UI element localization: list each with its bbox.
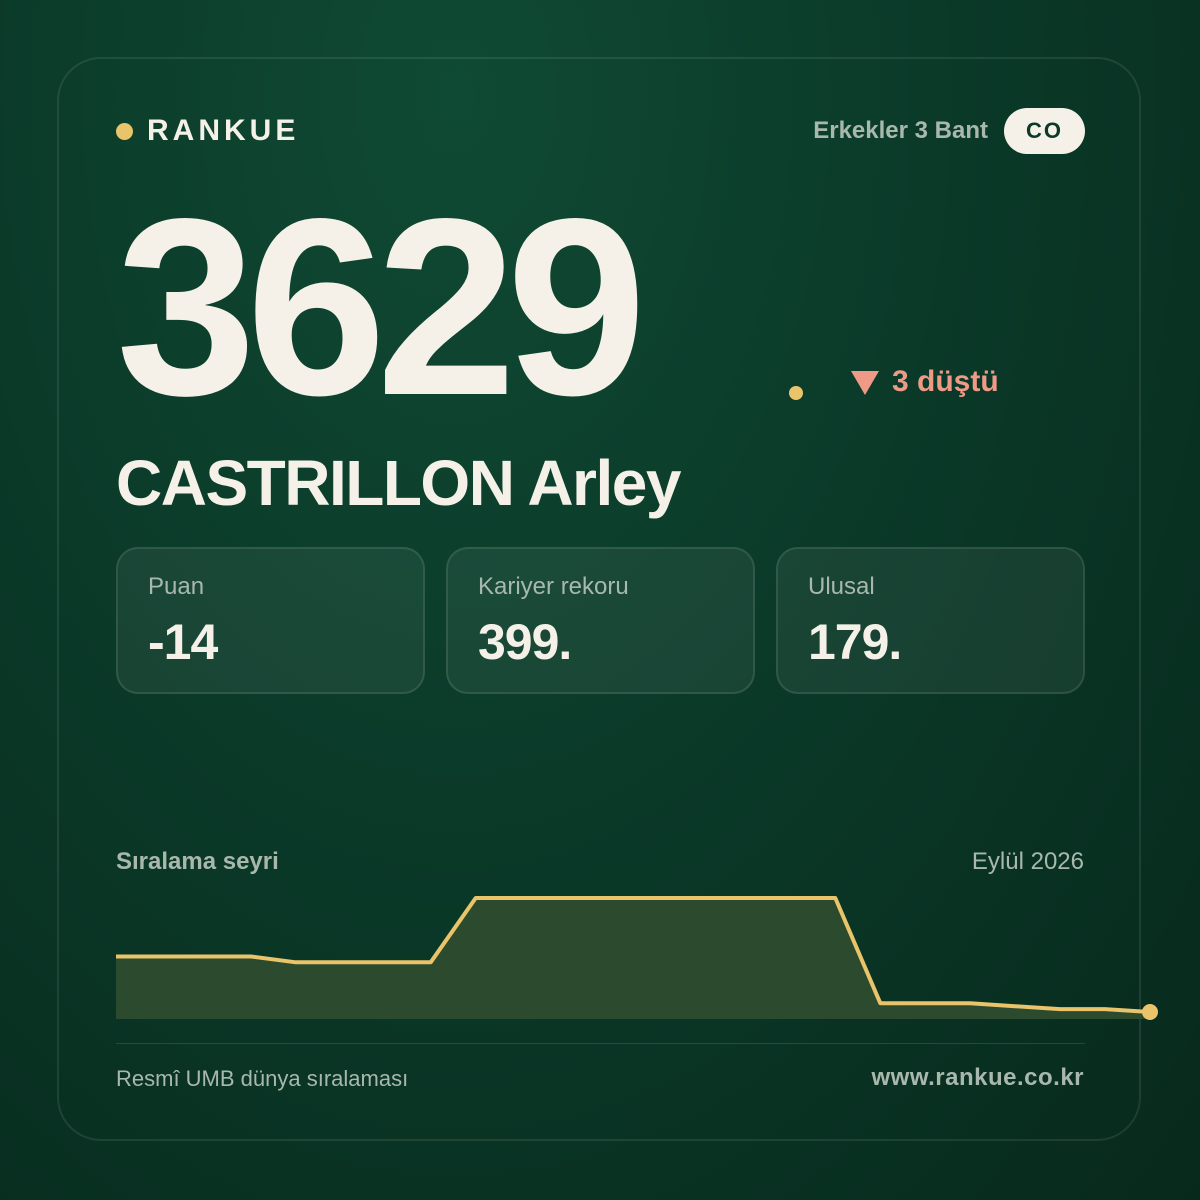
trend-end-dot — [1142, 1004, 1158, 1020]
rank-trend-chart — [116, 896, 1158, 1020]
footer-source: Resmî UMB dünya sıralaması — [116, 1066, 409, 1091]
footer-url[interactable]: www.rankue.co.kr — [871, 1064, 1084, 1092]
footer-divider — [116, 1043, 1085, 1044]
